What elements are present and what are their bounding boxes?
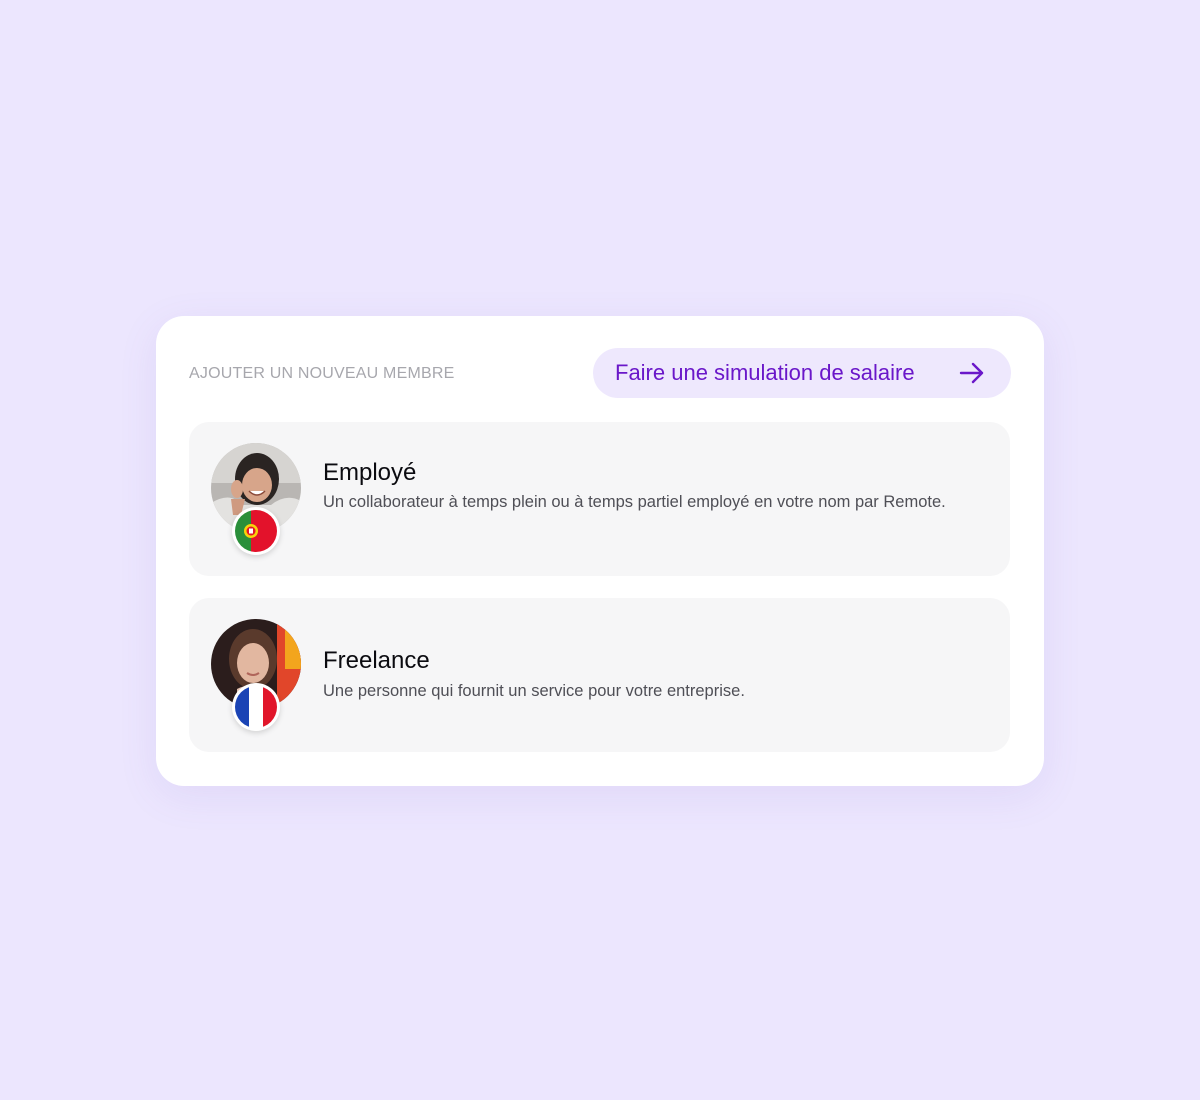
avatar-group	[211, 443, 301, 555]
option-freelance[interactable]: Freelance Une personne qui fournit un se…	[189, 598, 1010, 752]
option-employee[interactable]: Employé Un collaborateur à temps plein o…	[189, 422, 1010, 576]
portugal-flag-icon	[232, 507, 280, 555]
salary-simulation-button[interactable]: Faire une simulation de salaire	[593, 348, 1011, 398]
option-title: Freelance	[323, 647, 430, 674]
avatar-group	[211, 619, 301, 731]
add-member-card: AJOUTER UN NOUVEAU MEMBRE Faire une simu…	[156, 316, 1044, 786]
france-flag-icon	[232, 683, 280, 731]
section-label: AJOUTER UN NOUVEAU MEMBRE	[189, 365, 455, 382]
option-description: Une personne qui fournit un service pour…	[323, 682, 745, 700]
option-title: Employé	[323, 459, 417, 486]
salary-simulation-button-label: Faire une simulation de salaire	[615, 360, 915, 385]
arrow-right-icon	[959, 361, 985, 385]
option-description: Un collaborateur à temps plein ou à temp…	[323, 493, 946, 511]
